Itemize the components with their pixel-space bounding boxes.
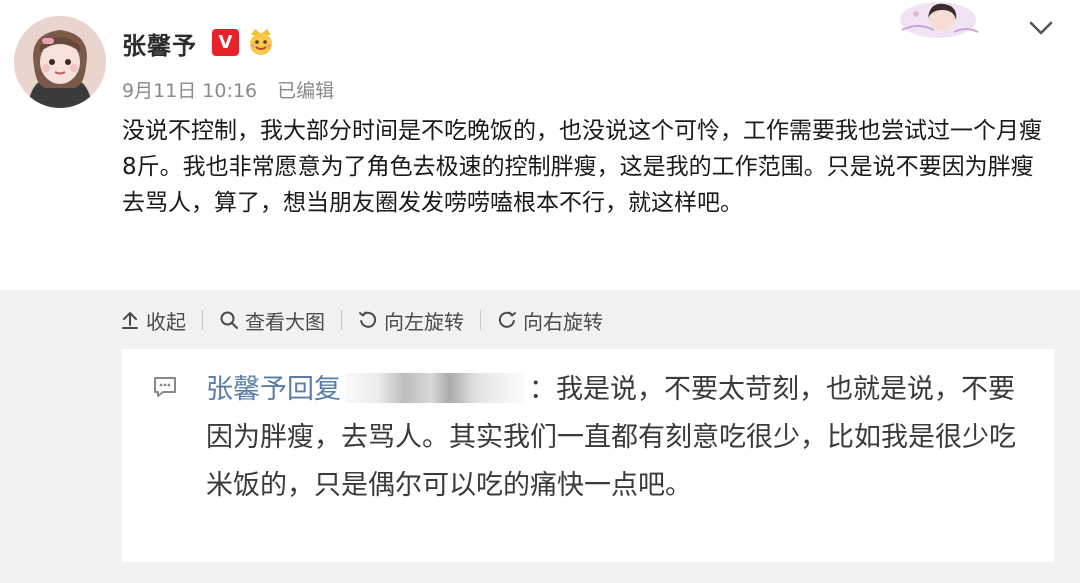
search-icon [220,311,238,329]
view-large-label: 查看大图 [245,309,325,334]
rotate-right-label: 向右旋转 [523,309,603,334]
post-meta: 9月11日 10:16 已编辑 [122,76,348,103]
collapse-label: 收起 [146,309,186,334]
avatar[interactable] [14,16,106,108]
verified-v-icon: V [212,29,239,56]
weibo-post: 张馨予 V 9月11日 10:16 已编辑 没说不控制，我大部分时间是不吃晚饭的… [0,0,1080,290]
post-content: 没说不控制，我大部分时间是不吃晚饭的，也没说这个可怜，工作需要我也尝试过一个月瘦… [122,118,1042,216]
arrow-up-icon [122,312,138,329]
rotate-left-button[interactable]: 向左旋转 [358,306,464,335]
rotate-left-icon [359,311,377,328]
post-author-name[interactable]: 张馨予 [122,26,197,61]
reply-card: 张馨予回复 ：我是说，不要太苛刻，也就是说，不要因为胖瘦，去骂人。其实我们一直都有… [122,349,1054,562]
blurred-username [345,373,525,403]
view-large-button[interactable]: 查看大图 [219,306,325,335]
post-date: 9月11日 10:16 [122,80,258,102]
collapse-button[interactable]: 收起 [120,306,186,335]
toolbar-divider [341,310,342,330]
rotate-left-label: 向左旋转 [384,309,464,334]
reply-author[interactable]: 张馨予 [206,374,287,405]
image-toolbar: 收起 查看大图 向左旋转 向右旋转 [120,305,603,335]
reply-text: 张馨予回复 ：我是说，不要太苛刻，也就是说，不要因为胖瘦，去骂人。其实我们一直都有… [206,366,1026,510]
decoration-card-image [898,0,980,42]
chevron-down-icon[interactable] [1026,14,1056,42]
edited-label[interactable]: 已编辑 [277,80,334,102]
rotate-right-icon [498,311,516,328]
toolbar-divider [202,310,203,330]
toolbar-divider [480,310,481,330]
comment-bubble-icon [152,375,178,403]
reply-action: 回复 [287,374,341,405]
crown-face-icon [245,25,277,57]
rotate-right-button[interactable]: 向右旋转 [497,306,603,335]
